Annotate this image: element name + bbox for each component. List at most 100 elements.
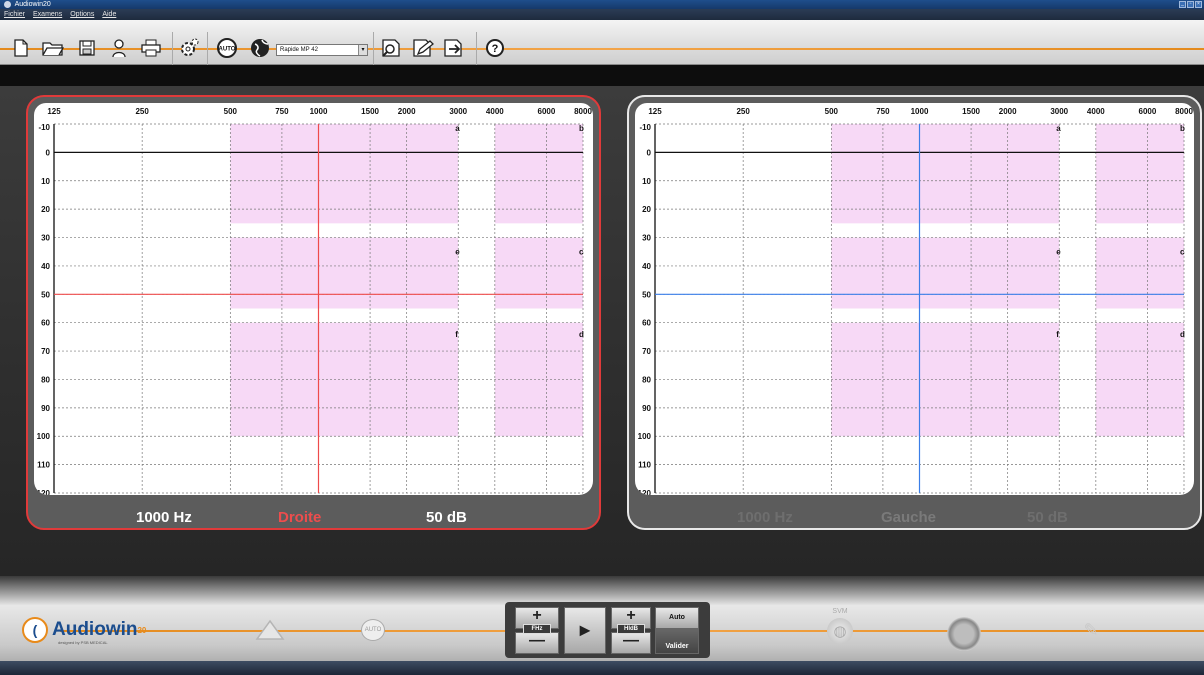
validate-button[interactable]: Valider	[655, 629, 699, 654]
globe-icon[interactable]	[249, 37, 271, 59]
close-button[interactable]: ×	[1195, 1, 1202, 8]
auto-test-button[interactable]: Auto	[655, 607, 699, 629]
zone-marker: d	[1180, 330, 1185, 339]
main-area: 125 250 500 750 1000 1500 2000 3000 4000 6000 8000…	[0, 86, 1204, 576]
preset-select[interactable]: Rapide MP 42 ▾	[276, 44, 368, 56]
menu-bar: Fichier Examens Options Aide	[0, 9, 1204, 20]
frequency-tick-label: 8000	[574, 107, 592, 116]
patient-icon[interactable]	[108, 37, 130, 59]
left-ear-label[interactable]: Gauche	[881, 509, 936, 526]
left-audiogram-chart[interactable]: 125 250 500 750 1000 1500 2000 3000 4000 6000 8000…	[635, 103, 1194, 495]
help-icon[interactable]: ?	[484, 37, 506, 59]
test-zone	[831, 124, 1060, 224]
right-ear-label[interactable]: Droite	[278, 509, 321, 526]
level-tick-label: 110	[37, 461, 50, 470]
right-ear-panel: 125 250 500 750 1000 1500 2000 3000 4000 6000 8000…	[26, 95, 601, 530]
title-bar: Audiowin20 _ ▫ ×	[0, 0, 1204, 9]
frequency-tick-label: 8000	[1175, 107, 1193, 116]
menu-fichier[interactable]: Fichier	[4, 9, 25, 20]
audiowin-logo: ( Audiowin 20 designed by PSB MEDICAL	[22, 617, 147, 645]
play-tone-button[interactable]: ►	[564, 607, 606, 654]
zone-marker: f	[1056, 330, 1059, 339]
toolbar-separator	[373, 32, 374, 66]
level-tick-label: 90	[642, 404, 651, 413]
menu-aide[interactable]: Aide	[102, 9, 116, 20]
warning-icon[interactable]	[255, 619, 285, 641]
level-tick-label: 10	[642, 177, 651, 186]
zone-marker: d	[579, 330, 584, 339]
frequency-tick-label: 250	[135, 107, 149, 116]
plus-icon: +	[532, 607, 542, 624]
brand-subtitle: designed by PSB MEDICAL	[58, 640, 108, 645]
ear-logo-icon: (	[22, 617, 48, 643]
window-controls: _ ▫ ×	[1179, 1, 1202, 8]
frequency-tick-label: 4000	[1087, 107, 1105, 116]
frequency-tick-label: 2000	[999, 107, 1017, 116]
app-icon	[4, 0, 11, 8]
level-tick-label: 110	[638, 461, 651, 470]
frequency-tick-label: 500	[224, 107, 238, 116]
svg-text:?: ?	[492, 43, 499, 55]
maximize-button[interactable]: ▫	[1187, 1, 1194, 8]
menu-options[interactable]: Options	[70, 9, 94, 20]
test-zone	[230, 237, 459, 309]
settings-gear-icon[interactable]	[178, 37, 200, 59]
record-button[interactable]	[947, 617, 981, 651]
brand-version: 20	[137, 625, 147, 635]
test-zone	[494, 124, 583, 224]
open-folder-icon[interactable]	[42, 37, 64, 59]
zone-marker: c	[1180, 248, 1185, 257]
preset-value: Rapide MP 42	[280, 47, 318, 53]
zone-marker: b	[1180, 124, 1185, 133]
status-strip	[0, 65, 1204, 86]
level-tick-label: 70	[642, 347, 651, 356]
level-tick-label: 70	[41, 347, 50, 356]
right-ear-footer: 1000 Hz Droite 50 dB	[28, 504, 599, 528]
right-level-readout: 50 dB	[426, 509, 467, 526]
chevron-down-icon[interactable]: ▾	[358, 45, 367, 55]
right-audiogram-chart[interactable]: 125 250 500 750 1000 1500 2000 3000 4000 6000 8000…	[34, 103, 593, 495]
plus-icon: +	[626, 607, 636, 624]
export-doc-icon[interactable]	[443, 37, 465, 59]
toolbar-separator	[476, 32, 477, 66]
auto-icon-label: AUTO	[219, 47, 236, 53]
frequency-minus-button[interactable]: —	[515, 632, 559, 654]
frequency-tick-label: 500	[825, 107, 839, 116]
edit-doc-icon[interactable]	[412, 37, 434, 59]
level-minus-button[interactable]: —	[611, 632, 651, 654]
right-audiogram[interactable]: 125 250 500 750 1000 1500 2000 3000 4000 6000 8000…	[34, 103, 593, 495]
test-zone	[494, 237, 583, 309]
level-tick-label: 120	[638, 489, 652, 495]
left-ear-footer: 1000 Hz Gauche 50 dB	[629, 504, 1200, 528]
zone-marker: f	[455, 330, 458, 339]
frequency-tick-label: 750	[275, 107, 289, 116]
new-file-icon[interactable]	[10, 37, 32, 59]
auto-mode-button[interactable]: AUTO	[361, 619, 385, 641]
frequency-tick-label: 3000	[449, 107, 467, 116]
right-frequency-readout: 1000 Hz	[136, 509, 192, 526]
search-doc-icon[interactable]	[381, 37, 403, 59]
svm-globe-button[interactable]: SVM ◍	[827, 608, 853, 644]
level-tick-label: 0	[647, 148, 652, 157]
level-tick-label: 30	[41, 234, 50, 243]
auto-icon[interactable]: AUTO	[216, 37, 238, 59]
save-icon[interactable]	[76, 37, 98, 59]
test-zone	[831, 322, 1060, 437]
level-tick-label: 50	[642, 290, 651, 299]
level-tick-label: 40	[642, 262, 651, 271]
minimize-button[interactable]: _	[1179, 1, 1186, 8]
pen-icon[interactable]: ✎	[1076, 619, 1106, 641]
frequency-tick-label: 1000	[310, 107, 328, 116]
toolbar-separator	[207, 32, 208, 66]
frequency-tick-label: 6000	[538, 107, 556, 116]
left-ear-panel: 125 250 500 750 1000 1500 2000 3000 4000 6000 8000…	[627, 95, 1202, 530]
level-tick-label: 80	[41, 375, 50, 384]
bottom-blue-strip	[0, 661, 1204, 675]
menu-examens[interactable]: Examens	[33, 9, 62, 20]
frequency-tick-label: 1000	[911, 107, 929, 116]
print-icon[interactable]	[140, 37, 162, 59]
frequency-tick-label: 1500	[361, 107, 379, 116]
level-tick-label: 0	[46, 148, 51, 157]
level-tick-label: 60	[642, 319, 651, 328]
left-audiogram[interactable]: 125 250 500 750 1000 1500 2000 3000 4000 6000 8000…	[635, 103, 1194, 495]
